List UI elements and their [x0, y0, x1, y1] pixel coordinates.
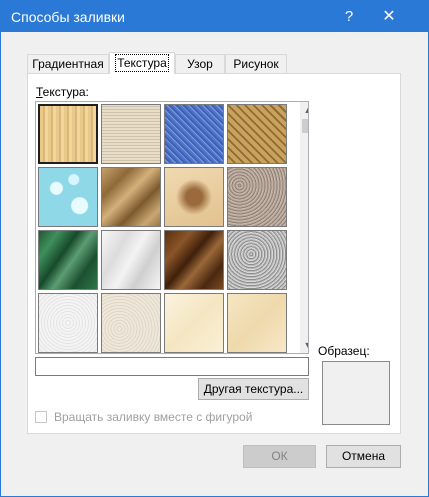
tab-picture[interactable]: Рисунок — [225, 54, 287, 73]
rotate-with-shape-label: Вращать заливку вместе с фигурой — [54, 410, 253, 424]
texture-gallery: ▲ ▼ — [35, 101, 309, 354]
tab-texture-label: Текстура — [115, 54, 169, 72]
tab-picture-label: Рисунок — [233, 57, 279, 71]
tab-pattern[interactable]: Узор — [175, 54, 225, 73]
texture-swatch-fish-fossil[interactable] — [164, 167, 224, 227]
texture-name-field[interactable] — [35, 357, 309, 376]
texture-swatch-brown-marble[interactable] — [164, 230, 224, 290]
texture-swatch-granite[interactable] — [227, 230, 287, 290]
texture-swatch-sand[interactable] — [227, 167, 287, 227]
texture-swatch-paper-bag[interactable] — [101, 167, 161, 227]
texture-swatch-woven-mat[interactable] — [227, 104, 287, 164]
texture-swatch-canvas[interactable] — [101, 104, 161, 164]
texture-heading-accel: Т — [36, 85, 43, 99]
texture-swatch-parchment[interactable] — [164, 293, 224, 353]
ok-button[interactable]: ОК — [243, 445, 316, 468]
texture-swatch-papyrus[interactable] — [38, 104, 98, 164]
texture-heading-rest: екстура: — [42, 85, 89, 99]
close-button[interactable]: ✕ — [369, 1, 409, 32]
other-texture-button[interactable]: Другая текстура... — [198, 378, 309, 400]
texture-swatch-recycled-paper[interactable] — [101, 293, 161, 353]
scroll-up-icon[interactable]: ▲ — [300, 102, 308, 118]
tab-texture[interactable]: Текстура — [109, 52, 175, 74]
dialog-title: Способы заливки — [11, 9, 125, 25]
texture-swatch-water-droplets[interactable] — [38, 167, 98, 227]
tab-pattern-label: Узор — [187, 57, 213, 71]
title-bar[interactable]: Способы заливки ? ✕ — [1, 1, 428, 32]
texture-swatch-white-marble[interactable] — [101, 230, 161, 290]
preview-label: Образец: — [318, 344, 370, 358]
texture-swatch-denim[interactable] — [164, 104, 224, 164]
texture-swatch-newsprint[interactable] — [38, 293, 98, 353]
texture-panel: Текстура: ▲ ▼ Другая текстура... Образец… — [27, 73, 401, 434]
scroll-thumb[interactable] — [302, 119, 308, 133]
texture-swatch-green-marble[interactable] — [38, 230, 98, 290]
rotate-with-shape-checkbox[interactable] — [35, 411, 47, 423]
scroll-down-icon[interactable]: ▼ — [300, 337, 308, 353]
fill-effects-dialog: Способы заливки ? ✕ Градиентная Текстура… — [0, 0, 429, 497]
texture-heading: Текстура: — [36, 85, 89, 99]
cancel-button[interactable]: Отмена — [326, 445, 401, 468]
preview-box — [322, 361, 390, 425]
texture-swatch-stationery[interactable] — [227, 293, 287, 353]
tab-gradient[interactable]: Градиентная — [27, 54, 109, 73]
tab-gradient-label: Градиентная — [32, 57, 104, 71]
help-button[interactable]: ? — [329, 1, 369, 32]
gallery-scrollbar[interactable]: ▲ ▼ — [300, 102, 308, 353]
